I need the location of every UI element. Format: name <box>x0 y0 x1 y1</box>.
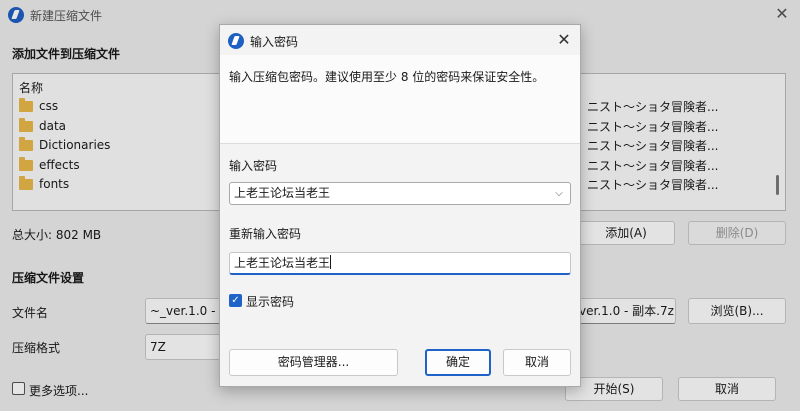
chevron-down-icon[interactable]: ⌵ <box>552 183 566 204</box>
password-value: 上老王论坛当老王 <box>234 186 331 200</box>
password-manager-button[interactable]: 密码管理器... <box>229 349 398 376</box>
app-logo-icon <box>8 7 24 23</box>
format-label: 压缩格式 <box>12 341 61 355</box>
cancel-button[interactable]: 取消 <box>678 377 776 401</box>
dialog-title: 输入密码 <box>250 35 299 49</box>
show-password-label: 显示密码 <box>246 295 295 309</box>
file-name: css <box>39 99 59 113</box>
filename-field[interactable]: ~_ver.1.0 - <box>145 298 225 324</box>
reenter-password-value: 上老王论坛当老王 <box>234 256 331 270</box>
folder-icon <box>19 117 33 132</box>
file-name: fonts <box>39 177 70 191</box>
file-list-item[interactable]: css <box>19 97 58 115</box>
dialog-cancel-button[interactable]: 取消 <box>503 349 571 376</box>
file-list-item[interactable]: data <box>19 117 66 135</box>
window-title: 新建压缩文件 <box>30 9 103 23</box>
add-button[interactable]: 添加(A) <box>577 221 675 245</box>
folder-icon <box>19 136 33 151</box>
file-name: Dictionaries <box>39 138 111 152</box>
settings-heading: 压缩文件设置 <box>12 271 85 285</box>
more-options-label: 更多选项... <box>29 384 89 398</box>
file-name: effects <box>39 158 80 172</box>
show-password-checkbox[interactable]: ✓ <box>229 294 242 307</box>
scrollbar-thumb[interactable] <box>776 175 779 195</box>
password-dialog: 输入密码 ✕ 输入压缩包密码。建议使用至少 8 位的密码来保证安全性。 输入密码… <box>219 24 581 387</box>
file-detail: ニスト～ショタ冒険者... <box>587 139 719 153</box>
password-combo[interactable]: 上老王论坛当老王 ⌵ <box>229 182 571 205</box>
file-detail: ニスト～ショタ冒険者... <box>587 120 719 134</box>
file-name: data <box>39 119 67 133</box>
delete-button[interactable]: 删除(D) <box>688 221 786 245</box>
app-logo-icon <box>228 33 244 49</box>
ok-button[interactable]: 确定 <box>425 349 491 376</box>
filename-field-tail[interactable]: ver.1.0 - 副本.7z <box>574 298 676 324</box>
dialog-description: 输入压缩包密码。建议使用至少 8 位的密码来保证安全性。 <box>229 70 545 84</box>
browse-button[interactable]: 浏览(B)... <box>688 298 786 324</box>
folder-icon <box>19 97 33 112</box>
file-list-item[interactable]: fonts <box>19 175 69 193</box>
file-list-item[interactable]: effects <box>19 156 80 174</box>
password-label: 输入密码 <box>229 159 278 173</box>
more-options-checkbox[interactable] <box>12 382 25 395</box>
filename-label: 文件名 <box>12 306 49 320</box>
format-select[interactable]: 7Z <box>145 334 225 360</box>
folder-icon <box>19 175 33 190</box>
dialog-close-icon[interactable]: ✕ <box>552 29 576 53</box>
close-icon[interactable]: ✕ <box>770 3 794 27</box>
file-detail: ニスト～ショタ冒険者... <box>587 178 719 192</box>
text-caret <box>330 255 332 269</box>
file-list-item[interactable]: Dictionaries <box>19 136 110 154</box>
dialog-description-panel: 输入压缩包密码。建议使用至少 8 位的密码来保证安全性。 <box>220 55 580 144</box>
reenter-password-label: 重新输入密码 <box>229 227 302 241</box>
file-detail: ニスト～ショタ冒険者... <box>587 159 719 173</box>
folder-icon <box>19 156 33 171</box>
add-files-heading: 添加文件到压缩文件 <box>12 47 121 61</box>
file-detail: ニスト～ショタ冒険者... <box>587 100 719 114</box>
column-header-name[interactable]: 名称 <box>19 79 43 96</box>
reenter-password-input[interactable]: 上老王论坛当老王 <box>229 252 571 275</box>
total-size: 总大小: 802 MB <box>12 228 102 242</box>
